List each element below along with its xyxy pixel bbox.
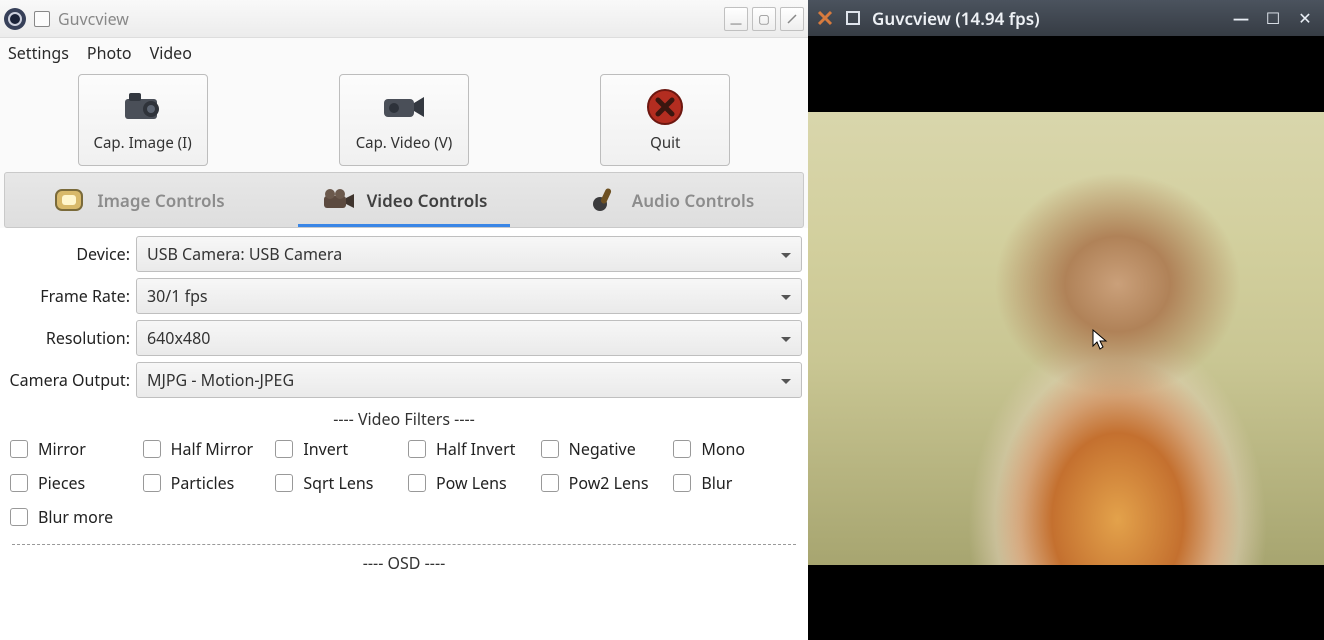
filter-mirror[interactable]: Mirror	[10, 438, 135, 460]
menu-settings[interactable]: Settings	[8, 42, 69, 64]
camera-output-value: MJPG - Motion-JPEG	[147, 369, 294, 391]
webcam-icon	[4, 8, 26, 30]
device-value: USB Camera: USB Camera	[147, 243, 342, 265]
camera-icon	[119, 87, 167, 127]
video-preview-window: Guvcview (14.94 fps) — ☐ ✕	[808, 0, 1324, 640]
video-window-title: Guvcview (14.94 fps)	[872, 7, 1040, 30]
checkbox-icon	[541, 474, 559, 492]
checkbox-icon	[143, 440, 161, 458]
quit-button[interactable]: Quit	[600, 74, 730, 166]
video-controls-panel: Device: USB Camera: USB Camera Frame Rat…	[0, 228, 808, 640]
tab-image-controls[interactable]: Image Controls	[5, 173, 271, 227]
filter-negative[interactable]: Negative	[541, 438, 666, 460]
checkbox-icon	[10, 474, 28, 492]
menu-photo[interactable]: Photo	[87, 42, 132, 64]
titlebar: Guvcview — ▢	[0, 0, 808, 38]
video-filters-separator: ---- Video Filters ----	[6, 408, 802, 430]
filter-half-mirror[interactable]: Half Mirror	[143, 438, 268, 460]
tab-bar: Image Controls Video Controls Audio Co	[4, 172, 804, 228]
filter-blur[interactable]: Blur	[673, 472, 798, 494]
filter-pow2-lens[interactable]: Pow2 Lens	[541, 472, 666, 494]
frame-rate-value: 30/1 fps	[147, 285, 208, 307]
tab-video-controls[interactable]: Video Controls	[271, 173, 537, 227]
film-camera-icon	[321, 185, 357, 215]
video-titlebar: Guvcview (14.94 fps) — ☐ ✕	[808, 0, 1324, 36]
maximize-button[interactable]: ▢	[752, 7, 776, 31]
resize-handle-button[interactable]	[780, 7, 804, 31]
resolution-value: 640x480	[147, 327, 210, 349]
checkbox-icon	[673, 474, 691, 492]
window-title: Guvcview	[58, 8, 129, 30]
capture-image-button[interactable]: Cap. Image (I)	[78, 74, 208, 166]
chevron-down-icon	[781, 253, 791, 258]
quit-icon	[641, 87, 689, 127]
tab-image-label: Image Controls	[97, 189, 224, 212]
filter-half-invert[interactable]: Half Invert	[408, 438, 533, 460]
microphone-icon	[586, 185, 622, 215]
checkbox-icon	[10, 508, 28, 526]
filter-pieces[interactable]: Pieces	[10, 472, 135, 494]
action-row: Cap. Image (I) Cap. Video (V)	[0, 68, 808, 172]
cursor-icon	[1092, 329, 1110, 351]
capture-video-button[interactable]: Cap. Video (V)	[339, 74, 469, 166]
device-combo[interactable]: USB Camera: USB Camera	[136, 236, 802, 272]
capture-image-label: Cap. Image (I)	[94, 133, 192, 153]
chevron-down-icon	[781, 295, 791, 300]
window-frame-icon	[844, 9, 862, 27]
checkbox-icon	[408, 474, 426, 492]
capture-video-label: Cap. Video (V)	[356, 133, 453, 153]
frame-rate-combo[interactable]: 30/1 fps	[136, 278, 802, 314]
tab-audio-controls[interactable]: Audio Controls	[537, 173, 803, 227]
checkbox-icon	[143, 474, 161, 492]
checkbox-icon	[275, 474, 293, 492]
menu-video[interactable]: Video	[150, 42, 192, 64]
camcorder-icon	[380, 87, 428, 127]
minimize-button[interactable]: —	[724, 7, 748, 31]
menubar: Settings Photo Video	[0, 38, 808, 68]
filter-sqrt-lens[interactable]: Sqrt Lens	[275, 472, 400, 494]
video-maximize-button[interactable]: ☐	[1262, 7, 1284, 29]
video-frame-image	[808, 112, 1324, 565]
checkbox-icon	[275, 440, 293, 458]
chevron-down-icon	[781, 379, 791, 384]
frame-rate-label: Frame Rate:	[6, 285, 136, 307]
video-minimize-button[interactable]: —	[1230, 7, 1252, 29]
chevron-down-icon	[781, 337, 791, 342]
lamp-icon	[51, 185, 87, 215]
checkbox-icon	[673, 440, 691, 458]
checkbox-icon	[10, 440, 28, 458]
resolution-label: Resolution:	[6, 327, 136, 349]
device-label: Device:	[6, 243, 136, 265]
osd-separator: ---- OSD ----	[6, 552, 802, 574]
resolution-combo[interactable]: 640x480	[136, 320, 802, 356]
settings-window: Guvcview — ▢ Settings Photo Video Cap. I…	[0, 0, 808, 640]
titlebar-box-icon	[34, 11, 50, 27]
filter-pow-lens[interactable]: Pow Lens	[408, 472, 533, 494]
quit-label: Quit	[650, 133, 680, 153]
camera-output-label: Camera Output:	[6, 369, 136, 391]
tab-audio-label: Audio Controls	[632, 189, 754, 212]
checkbox-icon	[541, 440, 559, 458]
camera-output-combo[interactable]: MJPG - Motion-JPEG	[136, 362, 802, 398]
video-close-button[interactable]: ✕	[1294, 7, 1316, 29]
checkbox-icon	[408, 440, 426, 458]
tab-video-label: Video Controls	[367, 189, 488, 212]
filter-blur-more[interactable]: Blur more	[10, 506, 135, 528]
filter-particles[interactable]: Particles	[143, 472, 268, 494]
filter-invert[interactable]: Invert	[275, 438, 400, 460]
filter-mono[interactable]: Mono	[673, 438, 798, 460]
video-area	[808, 36, 1324, 640]
video-filters-grid: Mirror Half Mirror Invert Half Invert Ne…	[6, 438, 802, 528]
close-icon-red[interactable]	[816, 9, 834, 27]
